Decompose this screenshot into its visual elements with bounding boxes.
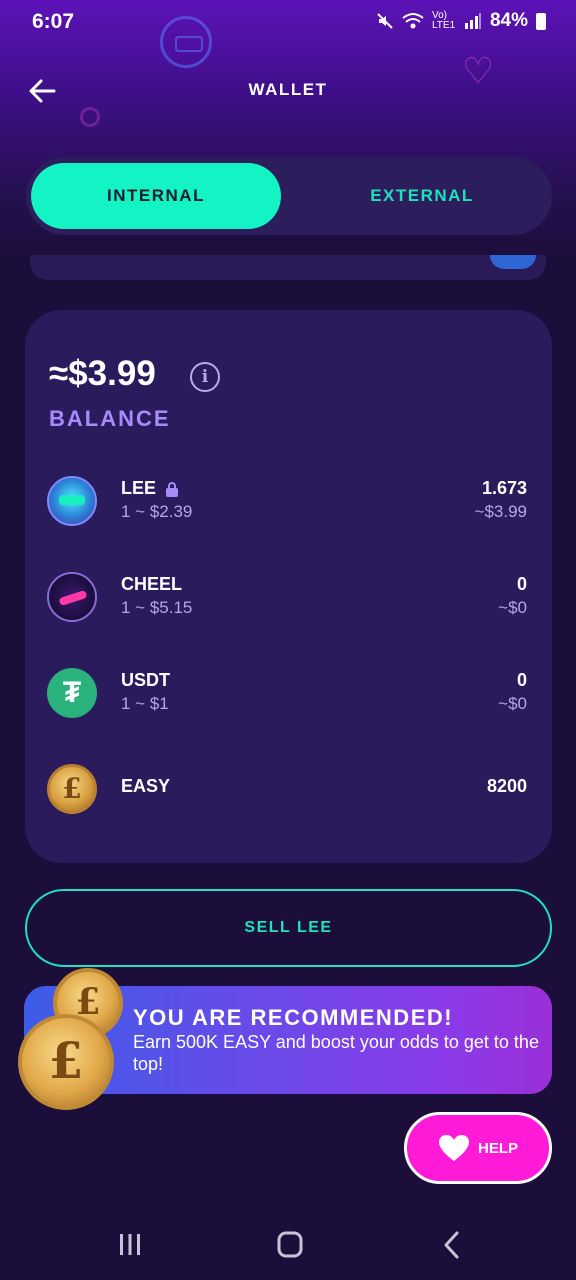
token-row-cheel[interactable]: CHEEL 1 ~ $5.15 0 ~$0 — [25, 568, 552, 628]
easy-coin-icon: £ — [47, 764, 97, 814]
token-amount: 0 — [516, 574, 527, 594]
help-label: HELP — [477, 1139, 518, 1157]
token-rate: 1 ~ $1 — [121, 694, 169, 713]
token-rate: 1 ~ $2.39 — [121, 502, 193, 521]
decor-ring-icon — [80, 107, 100, 127]
recent-apps-icon[interactable] — [110, 1230, 150, 1260]
token-rate: 1 ~ $5.15 — [121, 598, 193, 617]
token-usd: ~$0 — [498, 598, 527, 617]
wallet-tabs: INTERNAL EXTERNAL — [26, 157, 552, 235]
balance-amount: ≈$3.99 — [49, 354, 156, 393]
mute-icon — [377, 13, 393, 29]
balance-card: ≈$3.99 i BALANCE LEE 1 ~ $2.39 1.673 ~$3… — [25, 310, 552, 863]
tab-external[interactable]: EXTERNAL — [297, 163, 547, 229]
banner-text: Earn 500K EASY and boost your odds to ge… — [133, 1032, 539, 1074]
token-name: USDT — [121, 670, 170, 690]
tab-internal[interactable]: INTERNAL — [31, 163, 281, 229]
token-amount: 1.673 — [481, 478, 527, 498]
back-nav-icon[interactable] — [432, 1230, 472, 1260]
signal-icon — [464, 13, 481, 29]
banner-title: YOU ARE RECOMMENDED! — [133, 1005, 454, 1030]
network-type: Vo) LTE1 — [431, 10, 456, 31]
easy-coin-icon: £ — [18, 1014, 114, 1110]
heart-icon — [438, 1135, 469, 1161]
peek-circle — [490, 255, 536, 269]
token-row-usdt[interactable]: ₮ USDT 1 ~ $1 0 ~$0 — [25, 664, 552, 724]
wifi-icon — [402, 13, 424, 29]
token-amount: 8200 — [486, 776, 527, 796]
cheel-icon — [47, 572, 97, 622]
page-title: WALLET — [248, 80, 328, 99]
balance-label: BALANCE — [49, 406, 171, 431]
token-row-easy[interactable]: £ EASY 8200 — [25, 760, 552, 820]
token-name: EASY — [121, 776, 171, 796]
token-amount: 0 — [516, 670, 527, 690]
battery-icon — [536, 12, 546, 30]
token-name: LEE — [121, 478, 179, 499]
previous-card-peek — [30, 255, 546, 280]
status-icons: Vo) LTE1 84% — [376, 10, 546, 32]
tether-icon: ₮ — [47, 668, 97, 718]
sell-lee-button[interactable]: SELL LEE — [25, 889, 552, 967]
token-name: CHEEL — [121, 574, 183, 594]
system-nav-bar — [0, 1200, 576, 1280]
help-button[interactable]: HELP — [404, 1112, 552, 1184]
token-row-lee[interactable]: LEE 1 ~ $2.39 1.673 ~$3.99 — [25, 472, 552, 532]
status-bar: 6:07 Vo) LTE1 84% — [0, 0, 576, 44]
token-usd: ~$3.99 — [474, 502, 527, 521]
battery-level: 84% — [489, 10, 528, 31]
token-name-text: LEE — [121, 478, 157, 498]
lee-glasses-icon — [47, 476, 97, 526]
home-icon[interactable] — [270, 1230, 310, 1260]
info-icon[interactable]: i — [190, 362, 220, 392]
status-time: 6:07 — [32, 10, 75, 33]
token-usd: ~$0 — [498, 694, 527, 713]
lock-icon — [166, 482, 179, 498]
